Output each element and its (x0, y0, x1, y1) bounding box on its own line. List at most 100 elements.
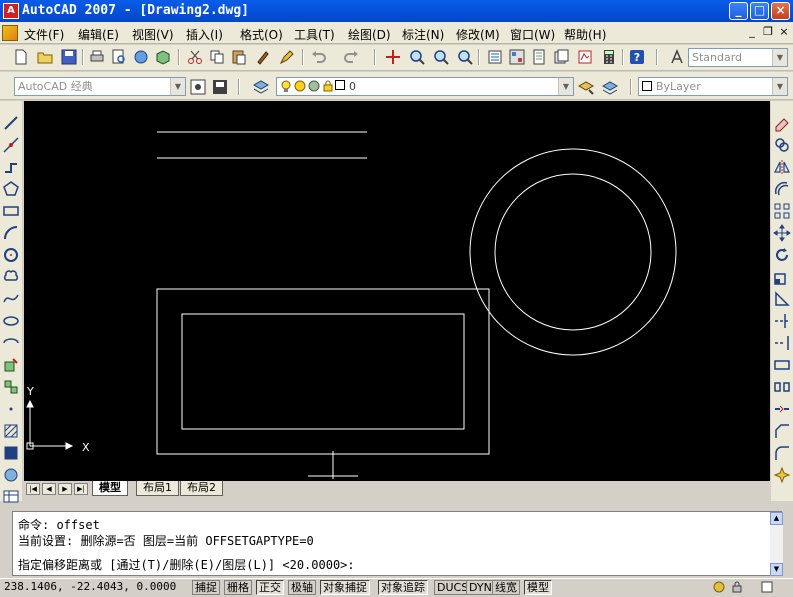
undo-icon[interactable] (310, 48, 328, 66)
command-scrollbar[interactable]: ▲ ▼ (770, 512, 783, 576)
menu-dimension[interactable]: 标注(N) (402, 26, 444, 43)
layer-previous-icon[interactable] (601, 78, 619, 96)
mdi-minimize-button[interactable]: _ (745, 26, 759, 39)
gradient-icon[interactable] (1, 443, 21, 463)
copy-icon[interactable] (208, 48, 226, 66)
lock-toolbar-icon[interactable] (730, 580, 744, 594)
fillet-icon[interactable] (772, 443, 792, 463)
scroll-down-arrow-icon[interactable]: ▼ (770, 563, 783, 576)
communication-center-icon[interactable] (712, 580, 726, 594)
stretch-icon[interactable] (772, 289, 792, 309)
tool-palettes-icon[interactable] (530, 48, 548, 66)
offset-icon[interactable] (772, 179, 792, 199)
ellipse-icon[interactable] (1, 311, 21, 331)
polyline-icon[interactable] (1, 157, 21, 177)
sheet-set-icon[interactable] (552, 48, 570, 66)
text-style-icon[interactable] (668, 48, 686, 66)
outer-circle[interactable] (469, 148, 677, 356)
erase-icon[interactable] (772, 113, 792, 133)
design-center-icon[interactable] (508, 48, 526, 66)
model-space-toggle[interactable]: 模型 (524, 580, 552, 595)
hatch-icon[interactable] (1, 421, 21, 441)
block-editor-icon[interactable] (278, 48, 296, 66)
redo-icon[interactable] (342, 48, 360, 66)
new-icon[interactable] (12, 48, 30, 66)
calculator-icon[interactable] (600, 48, 618, 66)
paste-icon[interactable] (230, 48, 248, 66)
workspace-combo[interactable]: AutoCAD 经典 ▼ (14, 77, 186, 96)
make-current-layer-icon[interactable] (577, 78, 595, 96)
chamfer-icon[interactable] (772, 421, 792, 441)
dyn-toggle[interactable]: DYN (466, 580, 495, 595)
extend-icon[interactable] (772, 333, 792, 353)
move-icon[interactable] (772, 223, 792, 243)
tab-model[interactable]: 模型 (92, 481, 128, 496)
region-icon[interactable] (1, 465, 21, 485)
join-icon[interactable] (772, 399, 792, 419)
make-block-icon[interactable] (1, 377, 21, 397)
plot-preview-icon[interactable] (110, 48, 128, 66)
arc-icon[interactable] (1, 223, 21, 243)
mdi-restore-button[interactable]: ❐ (761, 26, 775, 39)
rectangle-icon[interactable] (1, 201, 21, 221)
polar-toggle[interactable]: 极轴 (288, 580, 316, 595)
zoom-realtime-icon[interactable] (408, 48, 426, 66)
table-icon[interactable] (1, 487, 21, 507)
menu-edit[interactable]: 编辑(E) (78, 26, 119, 43)
polygon-icon[interactable] (1, 179, 21, 199)
drawing-canvas[interactable]: Y X (24, 101, 770, 481)
insert-block-icon[interactable] (1, 355, 21, 375)
break-at-point-icon[interactable] (772, 355, 792, 375)
mdi-close-button[interactable]: × (777, 26, 791, 39)
menu-modify[interactable]: 修改(M) (456, 26, 500, 43)
trim-icon[interactable] (772, 311, 792, 331)
prev-tab-button[interactable]: ◀ (42, 483, 56, 495)
open-icon[interactable] (36, 48, 54, 66)
otrack-toggle[interactable]: 对象追踪 (378, 580, 428, 595)
minimize-button[interactable]: _ (729, 2, 748, 20)
coordinate-readout[interactable]: 238.1406, -22.4043, 0.0000 (4, 580, 176, 593)
osnap-toggle[interactable]: 对象捕捉 (320, 580, 370, 595)
workspace-settings-icon[interactable] (189, 78, 207, 96)
construction-line-icon[interactable] (1, 135, 21, 155)
rotate-icon[interactable] (772, 245, 792, 265)
inner-circle[interactable] (494, 173, 652, 331)
menu-draw[interactable]: 绘图(D) (348, 26, 391, 43)
grid-toggle[interactable]: 栅格 (224, 580, 252, 595)
publish-icon[interactable] (132, 48, 150, 66)
properties-icon[interactable] (486, 48, 504, 66)
next-tab-button[interactable]: ▶ (58, 483, 72, 495)
save-icon[interactable] (60, 48, 78, 66)
plot-icon[interactable] (88, 48, 106, 66)
menu-window[interactable]: 窗口(W) (510, 26, 555, 43)
layer-combo[interactable]: 0 ▼ (276, 77, 574, 96)
text-style-combo[interactable]: Standard ▼ (688, 48, 788, 67)
first-tab-button[interactable]: |◀ (26, 483, 40, 495)
menu-insert[interactable]: 插入(I) (186, 26, 223, 43)
revision-cloud-icon[interactable] (1, 267, 21, 287)
snap-toggle[interactable]: 捕捉 (192, 580, 220, 595)
scroll-up-arrow-icon[interactable]: ▲ (770, 512, 783, 525)
copy-object-icon[interactable] (772, 135, 792, 155)
workspace-save-icon[interactable] (211, 78, 229, 96)
clean-screen-icon[interactable] (760, 580, 774, 594)
inner-rectangle[interactable] (181, 313, 465, 430)
tab-layout1[interactable]: 布局1 (136, 481, 179, 496)
ellipse-arc-icon[interactable] (1, 333, 21, 353)
menu-view[interactable]: 视图(V) (132, 26, 174, 43)
document-icon[interactable] (2, 25, 18, 41)
close-button[interactable]: × (771, 2, 790, 20)
circle-icon[interactable] (1, 245, 21, 265)
color-combo[interactable]: ByLayer ▼ (638, 77, 788, 96)
explode-icon[interactable] (772, 465, 792, 485)
command-window[interactable]: 命令: offset 当前设置: 删除源=否 图层=当前 OFFSETGAPTY… (12, 511, 783, 576)
menu-tools[interactable]: 工具(T) (294, 26, 335, 43)
cut-icon[interactable] (186, 48, 204, 66)
last-tab-button[interactable]: ▶| (74, 483, 88, 495)
break-icon[interactable] (772, 377, 792, 397)
scale-icon[interactable] (772, 267, 792, 287)
layer-properties-icon[interactable] (252, 78, 270, 96)
tab-layout2[interactable]: 布局2 (180, 481, 223, 496)
markup-set-icon[interactable] (576, 48, 594, 66)
menu-file[interactable]: 文件(F) (24, 26, 64, 43)
